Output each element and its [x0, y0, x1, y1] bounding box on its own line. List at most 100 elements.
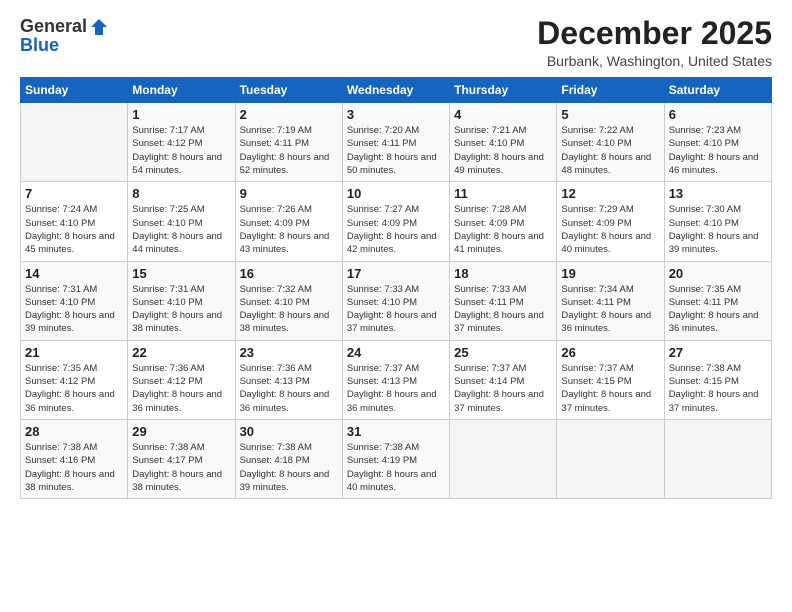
- day-info: Sunrise: 7:17 AMSunset: 4:12 PMDaylight:…: [132, 125, 222, 176]
- day-info: Sunrise: 7:31 AMSunset: 4:10 PMDaylight:…: [132, 284, 222, 335]
- calendar-cell: 31 Sunrise: 7:38 AMSunset: 4:19 PMDaylig…: [342, 419, 449, 498]
- day-number: 28: [25, 424, 123, 439]
- day-info: Sunrise: 7:19 AMSunset: 4:11 PMDaylight:…: [240, 125, 330, 176]
- calendar-cell: 8 Sunrise: 7:25 AMSunset: 4:10 PMDayligh…: [128, 182, 235, 261]
- day-info: Sunrise: 7:37 AMSunset: 4:15 PMDaylight:…: [561, 363, 651, 414]
- day-info: Sunrise: 7:31 AMSunset: 4:10 PMDaylight:…: [25, 284, 115, 335]
- day-info: Sunrise: 7:37 AMSunset: 4:14 PMDaylight:…: [454, 363, 544, 414]
- day-number: 11: [454, 186, 552, 201]
- calendar-cell: 7 Sunrise: 7:24 AMSunset: 4:10 PMDayligh…: [21, 182, 128, 261]
- logo: General Blue: [20, 16, 109, 56]
- calendar-cell: 30 Sunrise: 7:38 AMSunset: 4:18 PMDaylig…: [235, 419, 342, 498]
- day-number: 9: [240, 186, 338, 201]
- day-number: 5: [561, 107, 659, 122]
- day-number: 17: [347, 266, 445, 281]
- logo-icon: [89, 17, 109, 37]
- calendar-cell: 6 Sunrise: 7:23 AMSunset: 4:10 PMDayligh…: [664, 103, 771, 182]
- day-number: 10: [347, 186, 445, 201]
- day-info: Sunrise: 7:32 AMSunset: 4:10 PMDaylight:…: [240, 284, 330, 335]
- day-info: Sunrise: 7:21 AMSunset: 4:10 PMDaylight:…: [454, 125, 544, 176]
- day-number: 30: [240, 424, 338, 439]
- calendar-cell: 14 Sunrise: 7:31 AMSunset: 4:10 PMDaylig…: [21, 261, 128, 340]
- calendar-week-5: 28 Sunrise: 7:38 AMSunset: 4:16 PMDaylig…: [21, 419, 772, 498]
- calendar-cell: 13 Sunrise: 7:30 AMSunset: 4:10 PMDaylig…: [664, 182, 771, 261]
- calendar-week-4: 21 Sunrise: 7:35 AMSunset: 4:12 PMDaylig…: [21, 340, 772, 419]
- calendar-week-1: 1 Sunrise: 7:17 AMSunset: 4:12 PMDayligh…: [21, 103, 772, 182]
- day-number: 20: [669, 266, 767, 281]
- calendar-cell: [450, 419, 557, 498]
- day-info: Sunrise: 7:27 AMSunset: 4:09 PMDaylight:…: [347, 204, 437, 255]
- day-number: 27: [669, 345, 767, 360]
- day-number: 1: [132, 107, 230, 122]
- calendar-cell: [21, 103, 128, 182]
- day-info: Sunrise: 7:29 AMSunset: 4:09 PMDaylight:…: [561, 204, 651, 255]
- calendar-week-3: 14 Sunrise: 7:31 AMSunset: 4:10 PMDaylig…: [21, 261, 772, 340]
- calendar-cell: 2 Sunrise: 7:19 AMSunset: 4:11 PMDayligh…: [235, 103, 342, 182]
- day-info: Sunrise: 7:38 AMSunset: 4:15 PMDaylight:…: [669, 363, 759, 414]
- day-info: Sunrise: 7:33 AMSunset: 4:10 PMDaylight:…: [347, 284, 437, 335]
- logo-blue: Blue: [20, 35, 59, 56]
- col-friday: Friday: [557, 78, 664, 103]
- day-number: 26: [561, 345, 659, 360]
- day-number: 2: [240, 107, 338, 122]
- day-info: Sunrise: 7:38 AMSunset: 4:18 PMDaylight:…: [240, 442, 330, 493]
- day-number: 13: [669, 186, 767, 201]
- day-info: Sunrise: 7:34 AMSunset: 4:11 PMDaylight:…: [561, 284, 651, 335]
- day-number: 15: [132, 266, 230, 281]
- calendar-cell: 16 Sunrise: 7:32 AMSunset: 4:10 PMDaylig…: [235, 261, 342, 340]
- day-info: Sunrise: 7:37 AMSunset: 4:13 PMDaylight:…: [347, 363, 437, 414]
- col-thursday: Thursday: [450, 78, 557, 103]
- col-tuesday: Tuesday: [235, 78, 342, 103]
- month-title: December 2025: [537, 16, 772, 51]
- calendar-cell: 10 Sunrise: 7:27 AMSunset: 4:09 PMDaylig…: [342, 182, 449, 261]
- calendar-cell: 19 Sunrise: 7:34 AMSunset: 4:11 PMDaylig…: [557, 261, 664, 340]
- day-info: Sunrise: 7:38 AMSunset: 4:17 PMDaylight:…: [132, 442, 222, 493]
- calendar-cell: 4 Sunrise: 7:21 AMSunset: 4:10 PMDayligh…: [450, 103, 557, 182]
- day-info: Sunrise: 7:24 AMSunset: 4:10 PMDaylight:…: [25, 204, 115, 255]
- day-info: Sunrise: 7:33 AMSunset: 4:11 PMDaylight:…: [454, 284, 544, 335]
- col-saturday: Saturday: [664, 78, 771, 103]
- calendar-cell: 15 Sunrise: 7:31 AMSunset: 4:10 PMDaylig…: [128, 261, 235, 340]
- calendar-cell: 27 Sunrise: 7:38 AMSunset: 4:15 PMDaylig…: [664, 340, 771, 419]
- calendar-cell: 12 Sunrise: 7:29 AMSunset: 4:09 PMDaylig…: [557, 182, 664, 261]
- calendar-cell: 24 Sunrise: 7:37 AMSunset: 4:13 PMDaylig…: [342, 340, 449, 419]
- day-number: 31: [347, 424, 445, 439]
- day-number: 22: [132, 345, 230, 360]
- day-number: 24: [347, 345, 445, 360]
- calendar-cell: 17 Sunrise: 7:33 AMSunset: 4:10 PMDaylig…: [342, 261, 449, 340]
- calendar-cell: 29 Sunrise: 7:38 AMSunset: 4:17 PMDaylig…: [128, 419, 235, 498]
- day-number: 21: [25, 345, 123, 360]
- location-title: Burbank, Washington, United States: [537, 53, 772, 69]
- day-info: Sunrise: 7:28 AMSunset: 4:09 PMDaylight:…: [454, 204, 544, 255]
- day-number: 25: [454, 345, 552, 360]
- calendar-cell: 22 Sunrise: 7:36 AMSunset: 4:12 PMDaylig…: [128, 340, 235, 419]
- day-number: 12: [561, 186, 659, 201]
- day-info: Sunrise: 7:30 AMSunset: 4:10 PMDaylight:…: [669, 204, 759, 255]
- col-sunday: Sunday: [21, 78, 128, 103]
- calendar-cell: 5 Sunrise: 7:22 AMSunset: 4:10 PMDayligh…: [557, 103, 664, 182]
- day-info: Sunrise: 7:23 AMSunset: 4:10 PMDaylight:…: [669, 125, 759, 176]
- day-info: Sunrise: 7:38 AMSunset: 4:16 PMDaylight:…: [25, 442, 115, 493]
- title-block: December 2025 Burbank, Washington, Unite…: [537, 16, 772, 69]
- col-wednesday: Wednesday: [342, 78, 449, 103]
- day-number: 23: [240, 345, 338, 360]
- logo-general: General: [20, 16, 87, 37]
- calendar-cell: [557, 419, 664, 498]
- calendar-cell: 11 Sunrise: 7:28 AMSunset: 4:09 PMDaylig…: [450, 182, 557, 261]
- day-number: 4: [454, 107, 552, 122]
- day-info: Sunrise: 7:25 AMSunset: 4:10 PMDaylight:…: [132, 204, 222, 255]
- calendar-cell: 21 Sunrise: 7:35 AMSunset: 4:12 PMDaylig…: [21, 340, 128, 419]
- day-info: Sunrise: 7:35 AMSunset: 4:11 PMDaylight:…: [669, 284, 759, 335]
- day-info: Sunrise: 7:36 AMSunset: 4:13 PMDaylight:…: [240, 363, 330, 414]
- calendar-cell: 25 Sunrise: 7:37 AMSunset: 4:14 PMDaylig…: [450, 340, 557, 419]
- calendar-cell: 28 Sunrise: 7:38 AMSunset: 4:16 PMDaylig…: [21, 419, 128, 498]
- day-info: Sunrise: 7:35 AMSunset: 4:12 PMDaylight:…: [25, 363, 115, 414]
- header: General Blue December 2025 Burbank, Wash…: [20, 16, 772, 69]
- day-info: Sunrise: 7:38 AMSunset: 4:19 PMDaylight:…: [347, 442, 437, 493]
- header-row: Sunday Monday Tuesday Wednesday Thursday…: [21, 78, 772, 103]
- calendar-cell: 23 Sunrise: 7:36 AMSunset: 4:13 PMDaylig…: [235, 340, 342, 419]
- col-monday: Monday: [128, 78, 235, 103]
- day-number: 16: [240, 266, 338, 281]
- calendar-cell: 9 Sunrise: 7:26 AMSunset: 4:09 PMDayligh…: [235, 182, 342, 261]
- page: General Blue December 2025 Burbank, Wash…: [0, 0, 792, 612]
